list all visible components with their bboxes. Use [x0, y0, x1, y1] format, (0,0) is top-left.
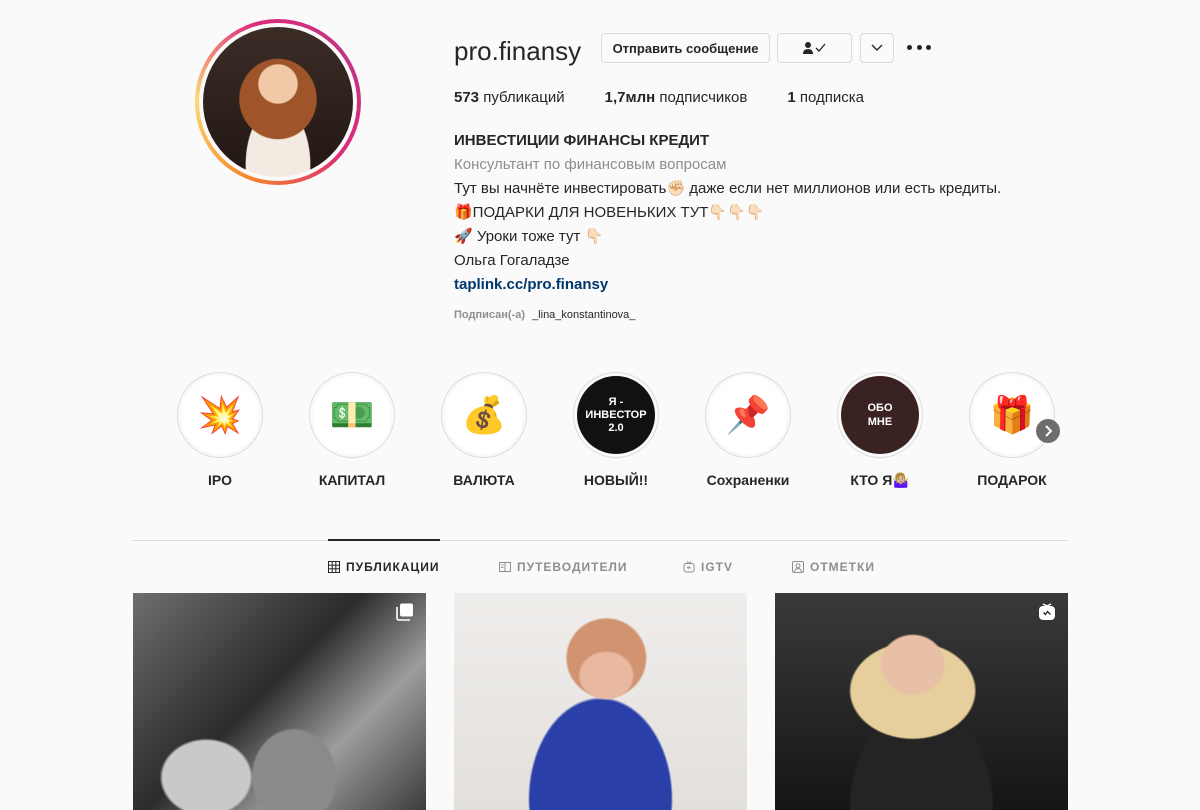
tab-label: ПУБЛИКАЦИИ [346, 560, 440, 574]
carousel-icon [396, 603, 413, 621]
tab-label: ПУТЕВОДИТЕЛИ [517, 560, 628, 574]
tab-tagged[interactable]: ОТМЕТКИ [792, 560, 875, 574]
highlight-circle: ОБО МНЕ [837, 372, 923, 458]
dot [926, 44, 931, 50]
more-options-icon[interactable] [907, 37, 931, 57]
highlight-circle: 💥 [177, 372, 263, 458]
following-label: подписка [799, 89, 864, 106]
following-stat[interactable]: 1 подписка [787, 89, 864, 106]
pushpin-icon: 📌 [709, 376, 787, 454]
highlight-label: НОВЫЙ!! [583, 472, 649, 488]
highlight-circle: 💰 [441, 372, 527, 458]
highlight-about[interactable]: ОБО МНЕ КТО Я🤷🏼‍♀️ [837, 372, 923, 489]
grid-icon [328, 561, 340, 573]
posts-count: 573 [454, 89, 480, 106]
igtv-icon [683, 561, 695, 573]
bio-line: Тут вы начнёте инвестировать✊🏻 даже если… [454, 180, 1002, 197]
tab-igtv[interactable]: IGTV [683, 560, 733, 574]
tab-guides[interactable]: ПУТЕВОДИТЕЛИ [499, 560, 628, 574]
chevron-down-icon [871, 44, 883, 51]
highlight-circle: Я - ИНВЕСТОР 2.0 [573, 372, 659, 458]
dot [916, 44, 922, 50]
tabs-divider [133, 540, 1068, 541]
highlight-label: IPO [207, 472, 233, 488]
investor-badge-icon: Я - ИНВЕСТОР 2.0 [577, 376, 655, 454]
bio-line: Ольга Гогаладзе [454, 252, 570, 269]
posts-stat: 573 публикаций [454, 89, 565, 106]
followers-label: подписчиков [659, 89, 748, 106]
bio-line: 🚀 Уроки тоже тут 👇🏻 [454, 228, 604, 245]
post-thumbnail[interactable] [454, 593, 747, 810]
money-icon: 💵 [313, 376, 391, 454]
about-me-badge-icon: ОБО МНЕ [841, 376, 919, 454]
highlight-circle: 🎁 [969, 372, 1055, 458]
highlight-label: КАПИТАЛ [318, 472, 386, 488]
post-thumbnail[interactable] [775, 593, 1068, 810]
highlight-label: Сохраненки [706, 472, 790, 488]
explosion-icon: 💥 [181, 376, 259, 454]
bio-category: Консультант по финансовым вопросам [454, 156, 727, 173]
highlight-circle: 📌 [705, 372, 791, 458]
avatar-inner [199, 23, 357, 181]
suggested-dropdown-button[interactable] [860, 33, 894, 63]
user-check-icon [802, 42, 825, 54]
avatar-photo [203, 27, 353, 177]
following-button[interactable] [777, 33, 852, 63]
gift-icon: 🎁 [973, 376, 1051, 454]
highlight-capital[interactable]: 💵 КАПИТАЛ [309, 372, 395, 488]
highlight-saved[interactable]: 📌 Сохраненки [705, 372, 791, 488]
money-bag-icon: 💰 [445, 376, 523, 454]
followed-by-label: Подписан(-а) [454, 309, 525, 321]
profile-username: pro.finansy [454, 36, 582, 66]
highlight-label: КТО Я🤷🏼‍♀️ [850, 472, 910, 488]
highlight-label: ПОДАРОК [977, 472, 1047, 488]
tab-posts[interactable]: ПУБЛИКАЦИИ [328, 560, 439, 574]
following-count: 1 [787, 89, 796, 106]
highlight-new[interactable]: Я - ИНВЕСТОР 2.0 НОВЫЙ!! [573, 372, 659, 488]
dot [907, 44, 912, 50]
highlight-currency[interactable]: 💰 ВАЛЮТА [441, 372, 527, 488]
followers-count: 1,7млн [604, 89, 656, 106]
tab-label: IGTV [701, 560, 734, 574]
post-thumbnail[interactable] [133, 593, 426, 810]
next-highlights-button[interactable] [1036, 419, 1060, 443]
tab-label: ОТМЕТКИ [810, 560, 875, 574]
bio-link[interactable]: taplink.cc/pro.finansy [454, 276, 608, 293]
profile-avatar[interactable] [195, 19, 361, 185]
profile-bio: ИНВЕСТИЦИИ ФИНАНСЫ КРЕДИТ Консультант по… [454, 129, 1001, 297]
posts-label: публикаций [483, 89, 565, 106]
highlight-ipo[interactable]: 💥 IPO [177, 372, 263, 488]
active-tab-indicator [328, 539, 440, 541]
tagged-icon [792, 561, 804, 573]
highlight-label: ВАЛЮТА [453, 472, 515, 488]
followed-by[interactable]: Подписан(-а) _lina_konstantinova_ [454, 309, 635, 321]
profile-stats: 573 публикаций 1,7млн подписчиков 1 подп… [454, 89, 904, 106]
send-message-button[interactable]: Отправить сообщение [601, 33, 770, 63]
bio-line: 🎁ПОДАРКИ ДЛЯ НОВЕНЬКИХ ТУТ👇🏻👇🏻👇🏻 [454, 204, 765, 221]
chevron-right-icon [1045, 425, 1052, 437]
highlight-circle: 💵 [309, 372, 395, 458]
guides-icon [499, 562, 511, 572]
followers-stat[interactable]: 1,7млн подписчиков [605, 89, 748, 106]
bio-title: ИНВЕСТИЦИИ ФИНАНСЫ КРЕДИТ [454, 132, 710, 149]
followed-by-user: _lina_konstantinova_ [532, 309, 636, 321]
reels-icon [1039, 603, 1055, 620]
